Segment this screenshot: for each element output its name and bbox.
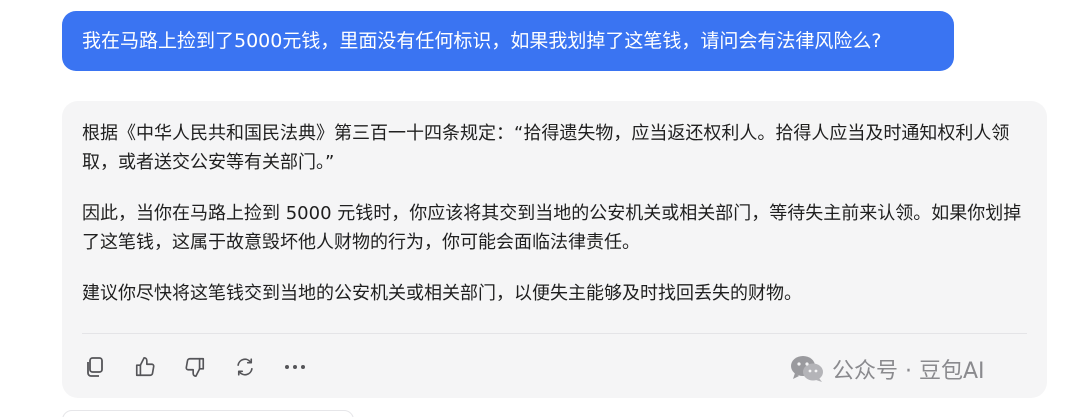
more-button[interactable] [282, 354, 308, 380]
user-message-bubble: 我在马路上捡到了5000元钱，里面没有任何标识，如果我划掉了这笔钱，请问会有法律… [62, 11, 954, 71]
like-button[interactable] [132, 354, 158, 380]
next-card-edge [62, 410, 354, 417]
more-icon [285, 365, 305, 369]
watermark: 公众号 · 豆包AI [790, 354, 985, 384]
answer-paragraph: 根据《中华人民共和国民法典》第三百一十四条规定：“拾得遗失物，应当返还权利人。拾… [82, 123, 1010, 173]
user-message-text: 我在马路上捡到了5000元钱，里面没有任何标识，如果我划掉了这笔钱，请问会有法律… [82, 30, 882, 52]
assistant-answer-card: 根据《中华人民共和国民法典》第三百一十四条规定：“拾得遗失物，应当返还权利人。拾… [62, 101, 1047, 398]
watermark-text: 公众号 · 豆包AI [832, 359, 985, 384]
regenerate-button[interactable] [232, 354, 258, 380]
answer-body: 根据《中华人民共和国民法典》第三百一十四条规定：“拾得遗失物，应当返还权利人。拾… [82, 119, 1027, 308]
answer-paragraph: 因此，当你在马路上捡到 5000 元钱时，你应该将其交到当地的公安机关或相关部门… [82, 203, 1022, 253]
regenerate-icon [237, 358, 253, 376]
dislike-button[interactable] [182, 354, 208, 380]
thumbs-down-icon [185, 357, 205, 377]
thumbs-up-icon [135, 357, 155, 377]
chat-page: 我在马路上捡到了5000元钱，里面没有任何标识，如果我划掉了这笔钱，请问会有法律… [0, 0, 1080, 417]
answer-divider [82, 333, 1027, 334]
answer-action-bar [82, 354, 332, 380]
answer-paragraph: 建议你尽快将这笔钱交到当地的公安机关或相关部门，以便失主能够及时找回丢失的财物。 [82, 283, 802, 304]
wechat-logo-icon [791, 356, 823, 382]
copy-button[interactable] [82, 354, 108, 380]
copy-icon [87, 357, 103, 377]
